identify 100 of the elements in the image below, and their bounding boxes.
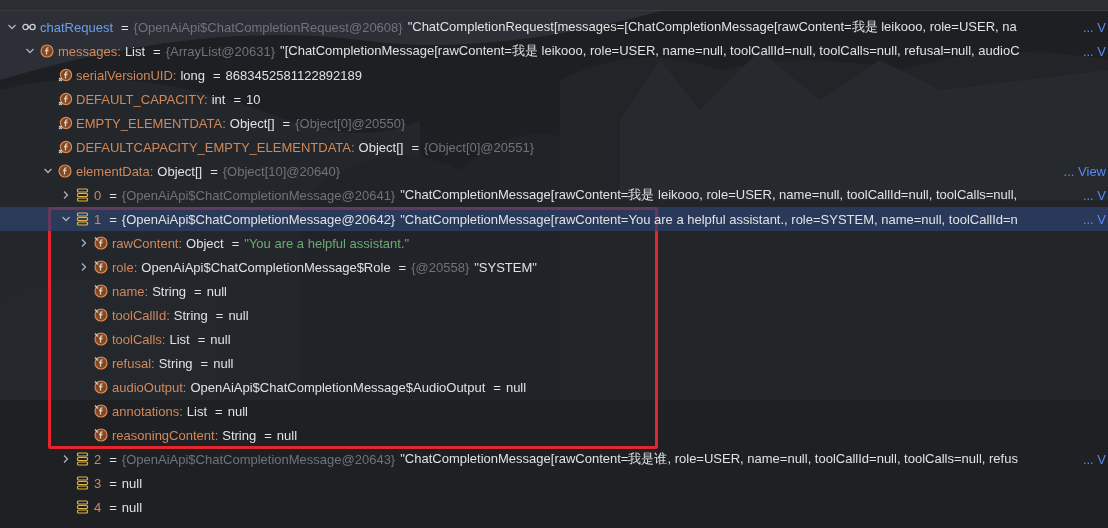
view-link[interactable]: ... V [1079,451,1106,467]
equals-sign: = [109,499,117,515]
variable-name: serialVersionUID: [76,67,177,83]
final-field-icon [94,356,108,370]
variable-type: String [152,283,187,299]
variable-type: String [158,355,193,371]
chevron-right-icon[interactable] [61,190,71,200]
value-text: 10 [246,91,261,107]
tree-row[interactable]: EMPTY_ELEMENTDATA: Object[] = {Object[0]@20550} [0,111,1108,135]
value-text: null [276,427,298,443]
equals-sign: = [200,355,209,371]
tree-row[interactable]: serialVersionUID: long = 8683452581122892189 [0,63,1108,87]
tree-row[interactable]: role: OpenAiApi$ChatCompletionMessage$Role = {@20558} "SYSTEM" [0,255,1108,279]
variable-type: Object [186,235,224,251]
variable-type: String [222,427,257,443]
value-text: "ChatCompletionMessage[rawContent=我是谁, role=USER, name=null, toolCallId=null, toolCalls=null, refus [400,450,1018,468]
tree-row[interactable]: refusal: String = null [0,351,1108,375]
view-link[interactable]: ... V [1079,19,1106,35]
equals-sign: = [264,427,272,443]
variable-type: Object[] [157,163,203,179]
tree-row[interactable]: 4 = null [0,495,1108,519]
chevron-down-icon[interactable] [25,46,35,56]
equals-sign: = [231,235,240,251]
equals-sign: = [109,187,117,203]
variable-name: chatRequest [40,19,113,35]
equals-sign: = [215,307,224,323]
object-reference: {OpenAiApi$ChatCompletionMessage@20641} [121,187,396,203]
tree-row[interactable]: DEFAULT_CAPACITY: int = 10 [0,87,1108,111]
final-field-icon [94,380,108,394]
tree-row[interactable]: rawContent: Object = "You are a helpful assistant." [0,231,1108,255]
equals-sign: = [282,115,291,131]
final-field-icon [94,284,108,298]
static-field-icon [58,68,72,82]
value-text: null [213,355,234,371]
static-field-icon [58,116,72,130]
equals-sign: = [398,259,407,275]
field-icon [40,44,54,58]
tree-row[interactable]: 3 = null [0,471,1108,495]
variable-name: DEFAULT_CAPACITY: [76,91,208,107]
final-field-icon [94,332,108,346]
variable-type: List [186,403,208,419]
equals-sign: = [121,19,129,35]
chevron-down-icon[interactable] [61,214,71,224]
value-text: null [121,499,143,515]
tree-row[interactable]: elementData: Object[] = {Object[10]@20640} ... View [0,159,1108,183]
tree-row[interactable]: reasoningContent: String = null [0,423,1108,447]
tree-row[interactable]: toolCallId: String = null [0,303,1108,327]
value-text: "ChatCompletionRequest[messages=[ChatCompletionMessage[rawContent=我是 leikooo, role=USER, na [407,18,1017,36]
variable-name: EMPTY_ELEMENTDATA: [76,115,226,131]
tree-row[interactable]: name: String = null [0,279,1108,303]
view-link[interactable]: ... View [1060,163,1106,179]
final-field-icon [94,428,108,442]
tree-row[interactable]: 0 = {OpenAiApi$ChatCompletionMessage@20641} "ChatCompletionMessage[rawContent=我是 leikooo, role=USER, name=null, toolCallId=null, toolCalls=null, ... V [0,183,1108,207]
variable-name: 4 [94,499,102,515]
variable-name: toolCallId: [112,307,170,323]
equals-sign: = [109,451,117,467]
tree-row[interactable]: chatRequest = {OpenAiApi$ChatCompletionRequest@20608} "ChatCompletionRequest[messages=[ChatCompletionMessage[rawContent=我是 leikooo, role=USER, na ... V [0,15,1108,39]
variable-name: refusal: [112,355,155,371]
chevron-right-icon[interactable] [79,238,89,248]
tree-row[interactable]: 2 = {OpenAiApi$ChatCompletionMessage@20643} "ChatCompletionMessage[rawContent=我是谁, role=USER, name=null, toolCallId=null, toolCalls=null, refus ... V [0,447,1108,471]
value-text: null [206,283,227,299]
variable-name: elementData: [76,163,154,179]
view-link[interactable]: ... V [1079,211,1106,227]
variable-type: int [211,91,226,107]
chevron-down-icon[interactable] [7,22,17,32]
tree-row[interactable]: 1 = {OpenAiApi$ChatCompletionMessage@20642} "ChatCompletionMessage[rawContent=You are a helpful assistant., role=SYSTEM, name=null, toolCallId=n ... V [0,207,1108,231]
final-field-icon [94,308,108,322]
chevron-right-icon[interactable] [61,454,71,464]
field-icon [58,164,72,178]
equals-sign: = [153,43,161,59]
chevron-right-icon[interactable] [79,262,89,272]
variable-name: audioOutput: [112,379,187,395]
value-text: "SYSTEM" [474,259,537,275]
chevron-down-icon[interactable] [43,166,53,176]
object-reference: {Object[10]@20640} [222,163,340,179]
tree-row[interactable]: DEFAULTCAPACITY_EMPTY_ELEMENTDATA: Object[] = {Object[0]@20551} [0,135,1108,159]
stack-icon [76,476,90,490]
value-text: null [227,403,248,419]
stack-icon [76,188,90,202]
object-reference: {Object[0]@20551} [424,139,535,155]
equals-sign: = [215,403,223,419]
tree-row[interactable]: audioOutput: OpenAiApi$ChatCompletionMessage$AudioOutput = null [0,375,1108,399]
variable-type: List [169,331,190,347]
tree-row[interactable]: toolCalls: List = null [0,327,1108,351]
object-reference: {OpenAiApi$ChatCompletionRequest@20608} [133,19,403,35]
value-text: 8683452581122892189 [225,67,362,83]
variable-name: 3 [94,475,102,491]
variable-type: long [180,67,205,83]
tree-row[interactable]: messages: List = {ArrayList@20631} "[ChatCompletionMessage[rawContent=我是 leikooo, role=USER, name=null, toolCallId=null, toolCalls=null, refusal=null, audioC ... V [0,39,1108,63]
object-reference: {OpenAiApi$ChatCompletionMessage@20642} [121,211,396,227]
view-link[interactable]: ... V [1079,187,1106,203]
variable-name: 2 [94,451,102,467]
string-value: "You are a helpful assistant." [244,235,410,251]
equals-sign: = [493,379,501,395]
view-link[interactable]: ... V [1079,43,1106,59]
variable-type: Object[] [229,115,275,131]
static-field-icon [58,92,72,106]
stack-icon [76,500,90,514]
object-reference: {ArrayList@20631} [165,43,276,59]
tree-row[interactable]: annotations: List = null [0,399,1108,423]
